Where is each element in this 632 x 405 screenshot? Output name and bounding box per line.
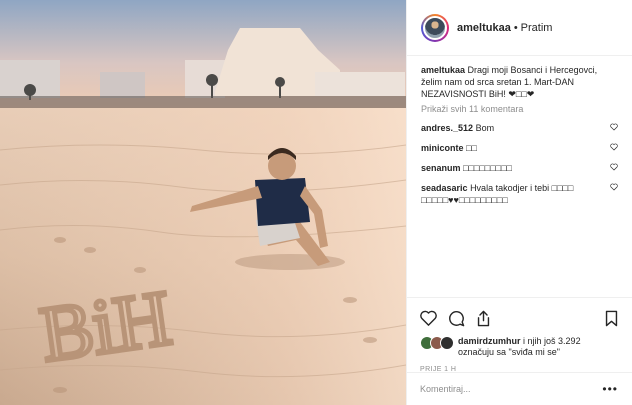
bookmark-icon[interactable] <box>605 310 618 327</box>
comment-like-heart-icon[interactable] <box>610 123 618 131</box>
comment-item: senanum □□□□□□□□□ <box>421 162 618 174</box>
add-comment-bar: ••• <box>406 372 632 405</box>
post-caption: ameltukaa Dragi moji Bosanci i Hercegovc… <box>421 64 618 100</box>
promenade <box>0 96 406 110</box>
comment-like-heart-icon[interactable] <box>610 183 618 191</box>
header-separator: • <box>513 21 518 34</box>
sand-writing: BiH <box>35 273 176 377</box>
comment-text: □□ <box>466 143 477 153</box>
liker-avatars[interactable] <box>420 336 454 350</box>
post-header: ameltukaa • Pratim <box>407 0 632 56</box>
comment-username[interactable]: miniconte <box>421 143 464 153</box>
comment-text: Bom <box>475 123 495 133</box>
author-username[interactable]: ameltukaa <box>457 22 511 34</box>
liker-avatar <box>440 336 454 350</box>
share-icon[interactable] <box>476 310 491 327</box>
comment-item: miniconte □□ <box>421 142 618 154</box>
comment-like-heart-icon[interactable] <box>610 143 618 151</box>
caption-username[interactable]: ameltukaa <box>421 65 465 75</box>
heart-icon[interactable] <box>420 310 437 326</box>
likes-summary: damirdzumhur i njih još 3.292 označuju s… <box>420 336 618 358</box>
view-all-comments-link[interactable]: Prikaži svih 11 komentara <box>421 103 618 115</box>
beach-photo: BiH <box>0 0 406 405</box>
author-avatar[interactable] <box>421 13 449 42</box>
comment-username[interactable]: seadasaric <box>421 183 468 193</box>
comment-input[interactable] <box>420 384 603 394</box>
post-photo[interactable]: BiH <box>0 0 406 405</box>
more-options-icon[interactable]: ••• <box>602 382 618 396</box>
comment-item: seadasaric Hvala takodjer i tebi □□□□ □□… <box>421 182 618 206</box>
first-liker-username[interactable]: damirdzumhur <box>458 336 521 346</box>
comment-username[interactable]: senanum <box>421 163 461 173</box>
comment-like-heart-icon[interactable] <box>610 163 618 171</box>
action-bar <box>420 306 618 330</box>
comment-username[interactable]: andres._512 <box>421 123 473 133</box>
likes-text: damirdzumhur i njih još 3.292 označuju s… <box>458 336 618 358</box>
comment-text: □□□□□□□□□ <box>463 163 512 173</box>
avatar-image <box>423 15 447 40</box>
post-actions: damirdzumhur i njih još 3.292 označuju s… <box>406 297 632 373</box>
comments-section: ameltukaa Dragi moji Bosanci i Hercegovc… <box>407 56 632 206</box>
follow-status-button[interactable]: Pratim <box>521 22 553 34</box>
comment-item: andres._512 Bom <box>421 122 618 134</box>
comment-icon[interactable] <box>448 310 465 327</box>
